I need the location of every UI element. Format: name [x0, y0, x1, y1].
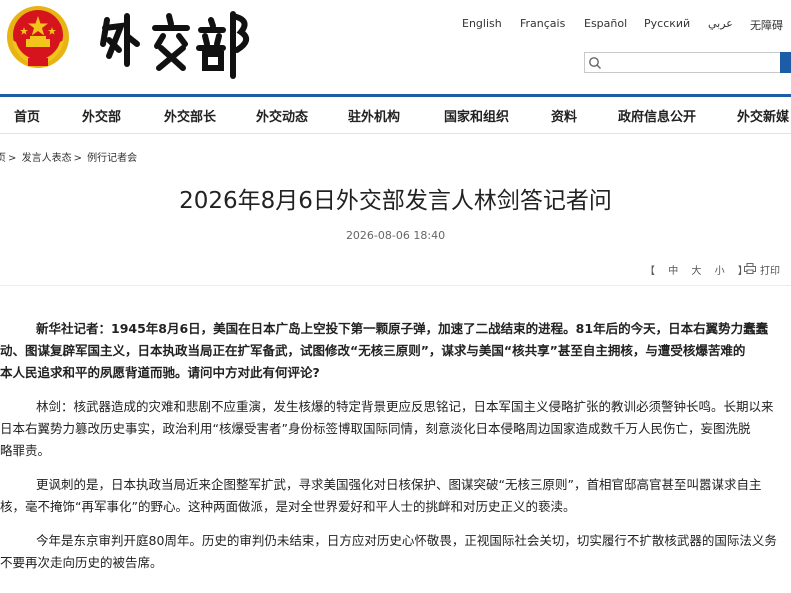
paragraph-line: 动、图谋复辟军国主义，日本执政当局正在扩军备武，试图修改“无核三原则”，谋求与美…: [0, 343, 746, 358]
search-icon: [589, 57, 601, 69]
font-bracket-open: 【: [645, 266, 655, 277]
lang-english[interactable]: English: [462, 17, 502, 30]
lang-spanish[interactable]: Español: [584, 17, 627, 30]
answer-paragraph: 林剑：核武器造成的灾难和悲剧不应重演，发生核爆的特定背景更应反思铭记，日本军国主…: [0, 396, 791, 462]
site-header: English Français Español Русский عربي 无障…: [0, 0, 791, 94]
article-body: 新华社记者：1945年8月6日，美国在日本广岛上空投下第一颗原子弹，加速了二战结…: [0, 318, 791, 574]
font-size-switcher: 【 中 大 小 】: [645, 262, 758, 277]
paragraph-line: 新华社记者：1945年8月6日，美国在日本广岛上空投下第一颗原子弹，加速了二战结…: [36, 321, 769, 336]
breadcrumb-home[interactable]: 页: [0, 153, 6, 164]
paragraph-line: 林剑：核武器造成的灾难和悲剧不应重演，发生核爆的特定背景更应反思铭记，日本军国主…: [36, 399, 774, 414]
page-title: 2026年8月6日外交部发言人林剑答记者问: [179, 188, 612, 214]
nav-item-missions[interactable]: 驻外机构: [348, 106, 400, 125]
nav-item-materials[interactable]: 资料: [551, 106, 577, 125]
main-nav: 首页 外交部 外交部长 外交动态 驻外机构 国家和组织 资料 政府信息公开 外交…: [0, 94, 791, 134]
nav-item-gov-info[interactable]: 政府信息公开: [618, 106, 696, 125]
nav-item-countries[interactable]: 国家和组织: [444, 106, 509, 125]
paragraph-line: 更讽刺的是，日本执政当局近来企图整军扩武，寻求美国强化对日核保护、图谋突破“无核…: [36, 477, 762, 492]
paragraph-line: 今年是东京审判开庭80周年。历史的审判仍未结束，日方应对历史心怀敬畏，正视国际社…: [36, 533, 777, 548]
paragraph-line: 略罪责。: [0, 443, 51, 458]
search-button[interactable]: [780, 52, 791, 73]
search-box: [584, 52, 791, 73]
lang-french[interactable]: Français: [520, 17, 565, 30]
search-input[interactable]: [605, 54, 775, 71]
breadcrumb-spokesperson[interactable]: 发言人表态: [22, 153, 72, 164]
national-emblem-icon[interactable]: [6, 4, 70, 70]
breadcrumb: 页 > 发言人表态 > 例行记者会: [0, 149, 139, 164]
answer-paragraph: 更讽刺的是，日本执政当局近来企图整军扩武，寻求美国强化对日核保护、图谋突破“无核…: [0, 474, 791, 518]
publish-date: 2026-08-06 18:40: [345, 229, 446, 242]
font-size-small[interactable]: 小: [715, 266, 725, 277]
font-size-large[interactable]: 大: [691, 266, 701, 277]
paragraph-line: 核，毫不掩饰“再军事化”的野心。这种两面做派，是对全世界爱好和平人士的挑衅和对历…: [0, 499, 576, 514]
breadcrumb-press-conference[interactable]: 例行记者会: [87, 153, 137, 164]
content-divider: [0, 285, 791, 286]
lang-russian[interactable]: Русский: [644, 17, 690, 30]
lang-arabic[interactable]: عربي: [708, 17, 733, 30]
paragraph-line: 日本右翼势力篡改历史事实，政治利用“核爆受害者”身份标签博取国际同情，刻意淡化日…: [0, 421, 751, 436]
paragraph-line: 不要再次走向历史的被告席。: [0, 555, 163, 570]
paragraph-line: 本人民追求和平的夙愿背道而驰。请问中方对此有何评论?: [0, 365, 320, 380]
accessibility-link[interactable]: 无障碍: [750, 17, 783, 33]
nav-item-ministry[interactable]: 外交部: [82, 106, 121, 125]
print-label: 打印: [760, 266, 780, 277]
nav-item-diplomatic-news[interactable]: 外交动态: [256, 106, 308, 125]
ministry-calligraphy-logo[interactable]: [95, 6, 255, 80]
printer-icon: [744, 263, 756, 274]
nav-item-new-media[interactable]: 外交新媒: [737, 106, 789, 125]
answer-paragraph: 今年是东京审判开庭80周年。历史的审判仍未结束，日方应对历史心怀敬畏，正视国际社…: [0, 530, 791, 574]
nav-item-home[interactable]: 首页: [14, 106, 40, 125]
question-paragraph: 新华社记者：1945年8月6日，美国在日本广岛上空投下第一颗原子弹，加速了二战结…: [0, 318, 791, 384]
font-size-medium[interactable]: 中: [668, 266, 678, 277]
nav-item-minister[interactable]: 外交部长: [164, 106, 216, 125]
